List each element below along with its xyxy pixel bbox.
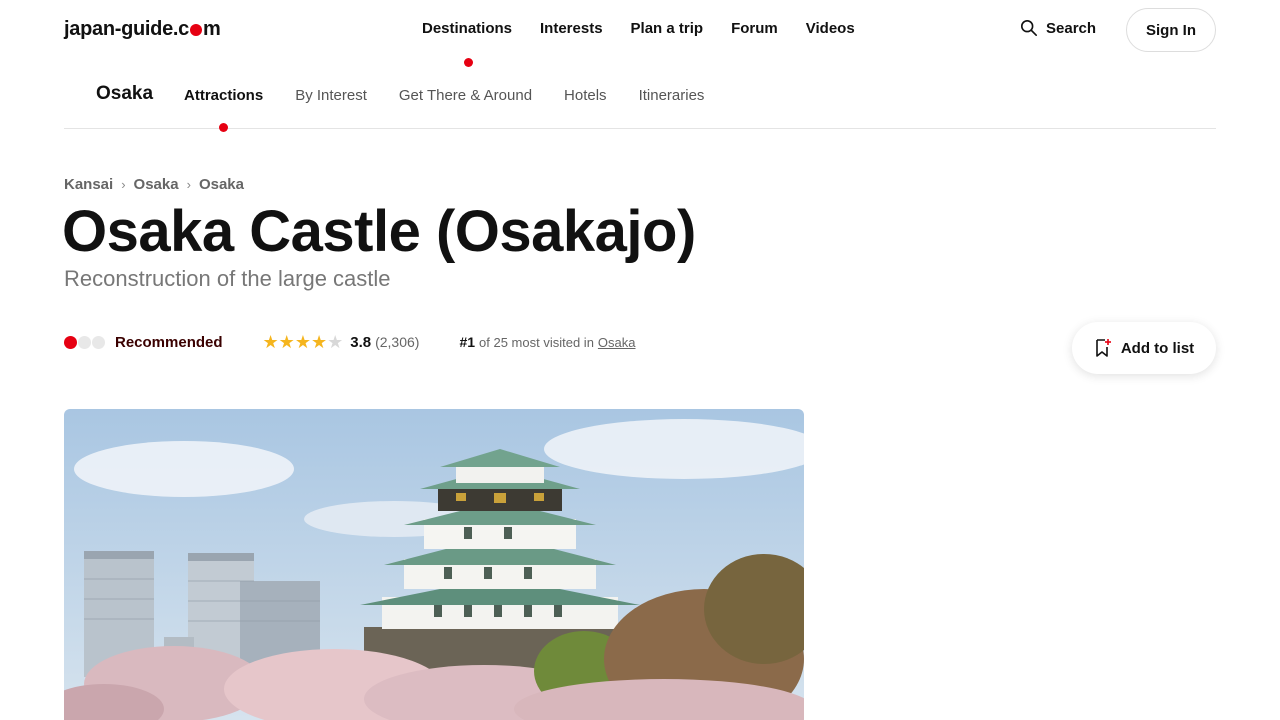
sign-in-button[interactable]: Sign In <box>1126 8 1216 52</box>
recommendation-dot <box>64 335 77 349</box>
rank-text: of 25 most visited in <box>479 334 594 350</box>
recommendation-dot <box>78 335 91 349</box>
subnav-tabs: Attractions By Interest Get There & Arou… <box>184 87 704 104</box>
sub-nav: Osaka Attractions By Interest Get There … <box>64 60 1216 129</box>
add-to-list-button[interactable]: Add to list <box>1072 322 1216 374</box>
logo-text-end: m <box>203 18 221 40</box>
active-tab-marker <box>219 123 228 132</box>
site-logo[interactable]: japan-guide.c m <box>64 18 221 41</box>
rating-score: 3.8 <box>350 333 372 351</box>
tab-by-interest[interactable]: By Interest <box>295 87 367 104</box>
star-icon: ★ <box>294 332 311 352</box>
tab-get-there-around[interactable]: Get There & Around <box>399 87 532 104</box>
attraction-meta: Recommended ★ ★ ★ ★ ★ 3.8 (2,306) #1 of … <box>64 331 636 353</box>
star-icon: ★ <box>310 332 328 352</box>
rank-city-link[interactable]: Osaka <box>598 335 636 350</box>
main-nav: Destinations Interests Plan a trip Forum… <box>422 20 855 37</box>
nav-destinations[interactable]: Destinations <box>422 20 512 37</box>
nav-interests[interactable]: Interests <box>540 20 603 37</box>
nav-plan-a-trip[interactable]: Plan a trip <box>631 20 704 37</box>
star-icon: ★ <box>278 332 295 352</box>
add-to-list-label: Add to list <box>1120 339 1195 357</box>
page-title: Osaka Castle (Osakajo) <box>62 199 696 264</box>
subnav-city[interactable]: Osaka <box>96 83 153 105</box>
breadcrumb-item[interactable]: Kansai <box>64 176 113 193</box>
breadcrumb-item[interactable]: Osaka <box>134 176 179 193</box>
rating-count: (2,306) <box>375 334 420 350</box>
search-button[interactable]: Search <box>1020 19 1096 37</box>
search-label: Search <box>1046 19 1097 37</box>
bookmark-plus-icon <box>1096 339 1111 357</box>
tab-itineraries[interactable]: Itineraries <box>639 87 705 104</box>
star-icon: ★ <box>262 332 279 352</box>
top-header: japan-guide.c m Destinations Interests Pl… <box>0 0 1280 60</box>
castle-photo-illustration <box>64 409 804 720</box>
nav-forum[interactable]: Forum <box>731 20 778 37</box>
recommendation-dots <box>64 335 105 349</box>
hero-photo[interactable] <box>64 409 804 720</box>
tab-hotels[interactable]: Hotels <box>564 87 607 104</box>
search-icon <box>1020 19 1038 37</box>
logo-text-start: japan-guide.c <box>64 18 190 40</box>
rating-stars: ★ ★ ★ ★ ★ <box>263 333 344 351</box>
chevron-right-icon: › <box>121 177 126 192</box>
page-subtitle: Reconstruction of the large castle <box>64 266 391 291</box>
recommendation-label: Recommended <box>115 333 223 351</box>
breadcrumb-item[interactable]: Osaka <box>199 176 244 193</box>
star-icon: ★ <box>327 332 344 352</box>
chevron-right-icon: › <box>186 177 191 192</box>
tab-attractions[interactable]: Attractions <box>184 87 263 104</box>
recommendation-dot <box>92 335 105 349</box>
rank-number: #1 <box>459 334 476 350</box>
nav-videos[interactable]: Videos <box>806 20 855 37</box>
breadcrumb: Kansai › Osaka › Osaka <box>64 176 244 193</box>
logo-dot <box>190 24 203 36</box>
